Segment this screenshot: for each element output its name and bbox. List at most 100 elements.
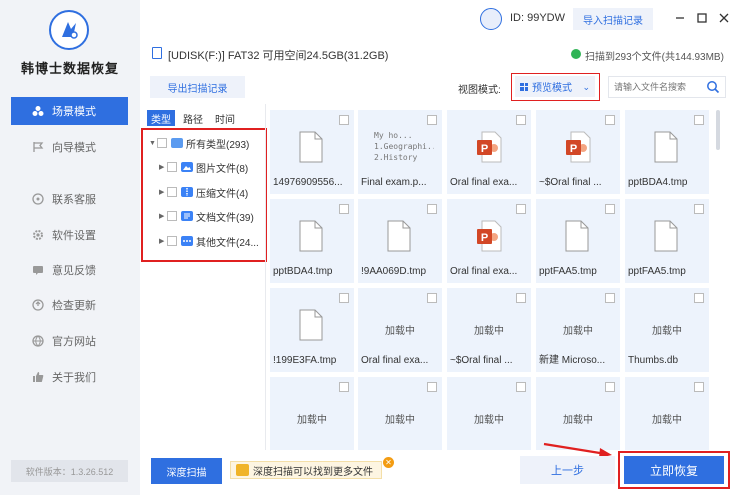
sidebar-item-support[interactable]: 联系客服 [11, 185, 128, 213]
sidebar-item-about[interactable]: 关于我们 [11, 363, 128, 391]
checkbox[interactable] [167, 162, 177, 172]
checkbox[interactable] [167, 211, 177, 221]
file-tile[interactable]: 14976909556... [270, 110, 354, 194]
export-scan-record-button[interactable]: 导出扫描记录 [150, 76, 245, 98]
maximize-icon [697, 13, 707, 23]
file-tile[interactable]: P Oral final exa... [447, 199, 531, 283]
tab-type[interactable]: 类型 [147, 110, 175, 126]
folder-icon [171, 138, 183, 148]
maximize-button[interactable] [694, 10, 710, 26]
file-name: ~$Oral final ... [450, 355, 513, 366]
file-tile[interactable]: 加载中 [358, 377, 442, 450]
chevron-right-icon[interactable]: ▶ [159, 188, 167, 196]
version-label: 软件版本：1.3.26.512 [11, 460, 128, 482]
recover-now-button[interactable]: 立即恢复 [624, 456, 724, 484]
avatar[interactable] [480, 8, 502, 30]
sidebar-item-wizard-mode[interactable]: 向导模式 [11, 133, 128, 161]
thumb-icon [31, 371, 44, 384]
file-checkbox[interactable] [605, 115, 615, 125]
document-icon [299, 131, 323, 163]
powerpoint-icon: P [566, 131, 591, 163]
chevron-right-icon[interactable]: ▶ [159, 237, 167, 245]
file-checkbox[interactable] [516, 204, 526, 214]
sidebar-item-scene-mode[interactable]: 场景模式 [11, 97, 128, 125]
chevron-down-icon[interactable]: ▼ [149, 140, 157, 147]
document-icon [387, 220, 411, 252]
file-tile[interactable]: !199E3FA.tmp [270, 288, 354, 372]
file-checkbox[interactable] [694, 382, 704, 392]
tab-time[interactable]: 时间 [211, 110, 239, 126]
chevron-right-icon[interactable]: ▶ [159, 212, 167, 220]
file-tile[interactable]: P Oral final exa... [447, 110, 531, 194]
file-tile[interactable]: pptBDA4.tmp [270, 199, 354, 283]
update-icon [31, 299, 44, 312]
close-icon [719, 13, 729, 23]
grid-scrollbar[interactable] [716, 110, 720, 150]
sidebar-item-check-update[interactable]: 检查更新 [11, 291, 128, 319]
tree-node-other-files[interactable]: ▶ 其他文件(24... [159, 234, 259, 249]
file-checkbox[interactable] [605, 382, 615, 392]
tree-node-documents[interactable]: ▶ 文档文件(39) [159, 209, 254, 224]
previous-step-button[interactable]: 上一步 [520, 456, 615, 484]
file-tile[interactable]: pptFAA5.tmp [625, 199, 709, 283]
deep-scan-button[interactable]: 深度扫描 [151, 458, 222, 484]
file-checkbox[interactable] [605, 293, 615, 303]
file-checkbox[interactable] [605, 204, 615, 214]
globe-icon [31, 335, 44, 348]
file-checkbox[interactable] [339, 382, 349, 392]
file-checkbox[interactable] [516, 382, 526, 392]
file-checkbox[interactable] [339, 293, 349, 303]
file-tile[interactable]: pptBDA4.tmp [625, 110, 709, 194]
category-tree: ▼ 所有类型(293) ▶ 图片文件(8) ▶ 压缩文件(4) ▶ 文档文件(3… [141, 128, 267, 262]
loading-label: 加载中 [563, 415, 593, 426]
file-checkbox[interactable] [694, 293, 704, 303]
file-checkbox[interactable] [339, 204, 349, 214]
user-id: ID: 99YDW [510, 12, 566, 24]
tab-path[interactable]: 路径 [179, 110, 207, 126]
chevron-right-icon[interactable]: ▶ [159, 163, 167, 171]
file-tile[interactable]: !9AA069D.tmp [358, 199, 442, 283]
checkbox[interactable] [167, 236, 177, 246]
document-icon [299, 220, 323, 252]
file-tile[interactable]: 加载中 ~$Oral final ... [447, 288, 531, 372]
file-checkbox[interactable] [694, 204, 704, 214]
file-tile[interactable]: 加载中 Oral final exa... [358, 288, 442, 372]
close-icon: ✕ [385, 458, 392, 467]
file-checkbox[interactable] [427, 382, 437, 392]
minimize-button[interactable] [672, 10, 688, 26]
close-button[interactable] [716, 10, 732, 26]
file-checkbox[interactable] [694, 115, 704, 125]
file-tile[interactable]: 加载中 [625, 377, 709, 450]
import-scan-record-button[interactable]: 导入扫描记录 [573, 8, 653, 30]
sidebar-item-website[interactable]: 官方网站 [11, 327, 128, 355]
tree-node-images[interactable]: ▶ 图片文件(8) [159, 160, 248, 175]
tree-node-all-types[interactable]: ▼ 所有类型(293) [149, 136, 249, 151]
other-files-icon [181, 236, 193, 246]
sidebar-item-feedback[interactable]: 意见反馈 [11, 256, 128, 284]
file-checkbox[interactable] [427, 115, 437, 125]
sidebar-item-label: 联系客服 [52, 194, 96, 206]
file-checkbox[interactable] [427, 204, 437, 214]
file-tile[interactable]: 加载中 Thumbs.db [625, 288, 709, 372]
file-checkbox[interactable] [339, 115, 349, 125]
sidebar-item-settings[interactable]: 软件设置 [11, 221, 128, 249]
file-tile[interactable]: 加载中 [270, 377, 354, 450]
tree-node-archives[interactable]: ▶ 压缩文件(4) [159, 185, 248, 200]
tip-close-button[interactable]: ✕ [383, 457, 394, 468]
file-tile[interactable]: My ho... 1.Geographi... 2.History Final e… [358, 110, 442, 194]
file-tile[interactable]: pptFAA5.tmp [536, 199, 620, 283]
file-tile[interactable]: 加载中 新建 Microso... [536, 288, 620, 372]
file-checkbox[interactable] [427, 293, 437, 303]
file-checkbox[interactable] [516, 293, 526, 303]
file-tile[interactable]: P ~$Oral final ... [536, 110, 620, 194]
search-icon[interactable] [706, 80, 720, 94]
file-tile[interactable]: 加载中 [447, 377, 531, 450]
view-mode-select-highlight: 预览模式 ⌄ [511, 73, 600, 101]
file-checkbox[interactable] [516, 115, 526, 125]
checkbox[interactable] [167, 187, 177, 197]
panel-divider [265, 104, 266, 450]
file-name: Final exam.p... [361, 177, 427, 188]
checkbox[interactable] [157, 138, 167, 148]
gear-icon [31, 229, 44, 242]
view-mode-select[interactable]: 预览模式 ⌄ [515, 76, 595, 97]
